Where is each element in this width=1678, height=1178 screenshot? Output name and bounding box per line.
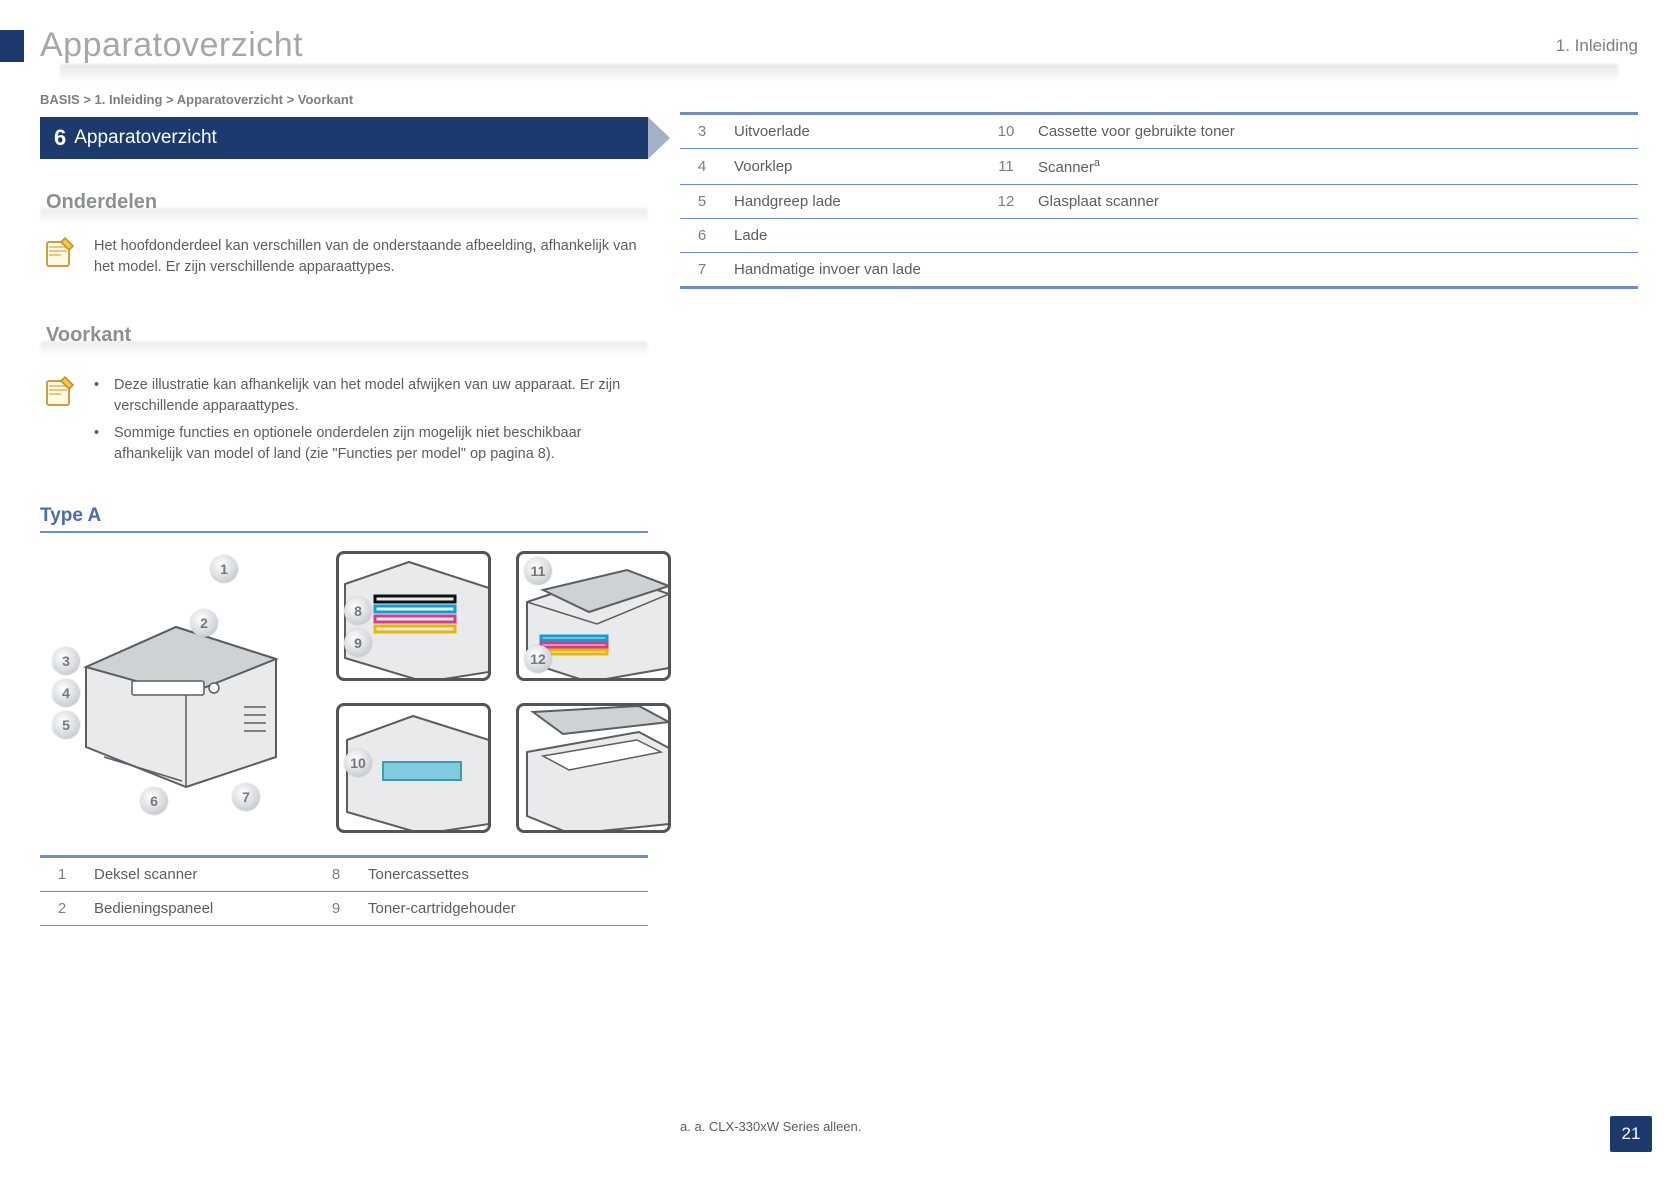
callout-1: 1 [210,555,238,583]
row-label: Glasplaat scanner [1028,185,1638,219]
right-column: 3 Uitvoerlade 10 Cassette voor gebruikte… [680,92,1638,1138]
row-num: 10 [984,114,1028,149]
row-label: Cassette voor gebruikte toner [1028,114,1638,149]
front-note-body: • Deze illustratie kan afhankelijk van h… [94,375,648,465]
row-label: Tonercassettes [358,857,648,892]
row-label: Bedieningspaneel [84,892,314,926]
row-label: Voorklep [724,149,984,185]
page-number: 21 [1610,1116,1652,1152]
feature-table-right: 3 Uitvoerlade 10 Cassette voor gebruikte… [680,112,1638,289]
note-text: Het hoofdonderdeel kan verschillen van d… [94,236,648,278]
printer-illustration: 1 2 3 4 5 6 7 8 9 [40,551,648,841]
callout-9: 9 [344,629,372,657]
thumb-glass [516,703,671,833]
table-row: 1 Deksel scanner 8 Tonercassettes [40,857,648,892]
note-row: Het hoofdonderdeel kan verschillen van d… [40,236,648,278]
table-row: 7 Handmatige invoer van lade [680,253,1638,288]
row-label: Handgreep lade [724,185,984,219]
callout-5: 5 [52,711,80,739]
table-row: 5 Handgreep lade 12 Glasplaat scanner [680,185,1638,219]
note-icon [40,236,80,278]
row-label: Uitvoerlade [724,114,984,149]
row-label: Scannera [1028,149,1638,185]
callout-12: 12 [524,645,552,673]
table-row: 2 Bedieningspaneel 9 Toner-cartridgehoud… [40,892,648,926]
page-title: Apparatoverzicht [40,26,303,65]
table-row: 6 Lade [680,219,1638,253]
row-label: Lade [724,219,984,253]
callout-10: 10 [344,749,372,777]
breadcrumb: BASIS > 1. Inleiding > Apparatoverzicht … [40,92,648,107]
note-icon [40,375,80,465]
row-num: 3 [680,114,724,149]
row-label: Deksel scanner [84,857,314,892]
row-num: 8 [314,857,358,892]
front-note: • Deze illustratie kan afhankelijk van h… [40,375,648,465]
callout-7: 7 [232,783,260,811]
type-a-heading: Type A [40,505,648,533]
row-num: 6 [680,219,724,253]
callout-8: 8 [344,597,372,625]
callout-11: 11 [524,557,552,585]
callout-6: 6 [140,787,168,815]
callout-4: 4 [52,679,80,707]
row-num: 9 [314,892,358,926]
row-num: 12 [984,185,1028,219]
table-row: 4 Voorklep 11 Scannera [680,149,1638,185]
main-printer-svg [66,587,294,797]
top-accent-bar [0,30,24,62]
row-num: 5 [680,185,724,219]
left-column: BASIS > 1. Inleiding > Apparatoverzicht … [40,92,648,1138]
callout-3: 3 [52,647,80,675]
row-label: Toner-cartridgehouder [358,892,648,926]
chapter-label: 1. Inleiding [1556,36,1638,56]
banner-label: Apparatoverzicht [74,127,217,149]
header-shadow [0,64,1678,90]
banner-number: 6 [54,125,66,151]
callout-2: 2 [190,609,218,637]
row-label: Handmatige invoer van lade [724,253,984,288]
row-num: 1 [40,857,84,892]
front-heading: Voorkant [40,318,648,357]
front-note-line2: Sommige functies en optionele onderdelen… [114,423,648,465]
row-num: 11 [984,149,1028,185]
components-heading: Onderdelen [40,185,648,224]
row-num: 2 [40,892,84,926]
table-row: 3 Uitvoerlade 10 Cassette voor gebruikte… [680,114,1638,149]
row-num: 7 [680,253,724,288]
section-banner: 6 Apparatoverzicht [40,117,648,159]
footnote: a. a. CLX-330xW Series alleen. [680,1119,861,1134]
row-num: 4 [680,149,724,185]
feature-table-left: 1 Deksel scanner 8 Tonercassettes 2 Bedi… [40,855,648,926]
front-note-line1: Deze illustratie kan afhankelijk van het… [114,375,648,417]
